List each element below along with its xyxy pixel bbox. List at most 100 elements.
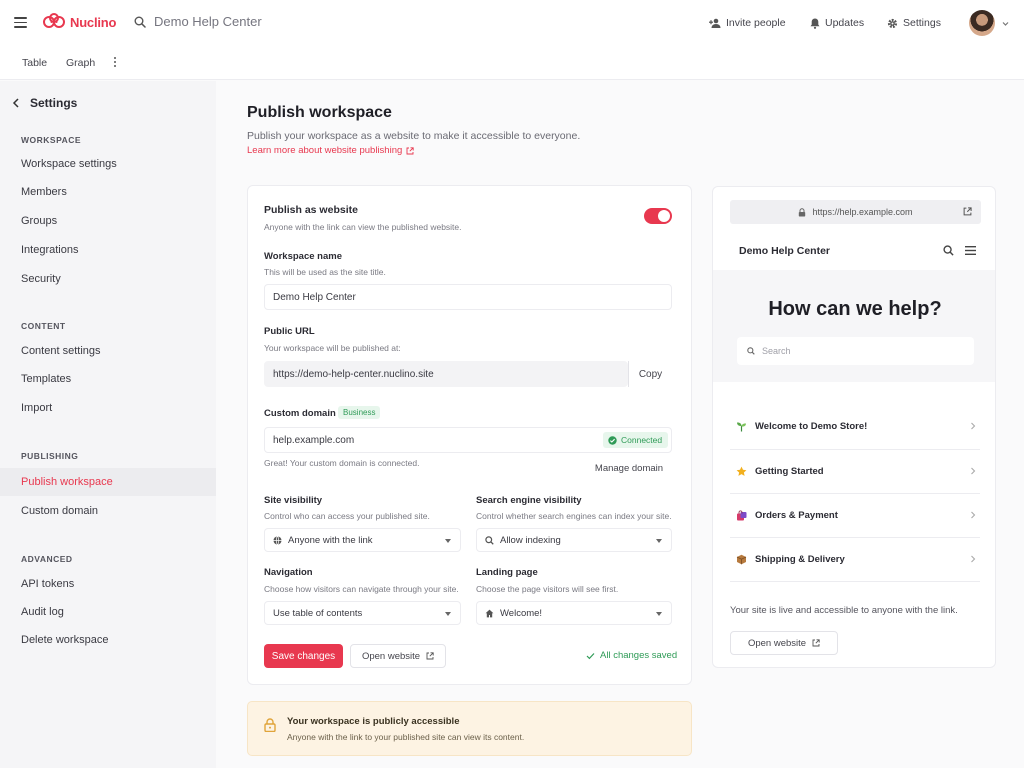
caret-down-icon <box>656 539 662 543</box>
site-preview: https://help.example.com Demo Help Cente… <box>712 186 996 668</box>
public-url-field[interactable]: https://demo-help-center.nuclino.site <box>264 361 628 387</box>
public-url-label: Public URL <box>264 326 315 337</box>
business-plan-badge: Business <box>338 406 381 419</box>
updates-button[interactable]: Updates <box>810 17 866 29</box>
chevron-down-icon[interactable] <box>1002 20 1009 27</box>
view-switcher: Table Graph <box>0 46 1024 80</box>
external-link-icon <box>812 639 820 647</box>
preview-url-bar[interactable]: https://help.example.com <box>730 200 981 224</box>
sidebar-item-members[interactable]: Members <box>0 178 216 206</box>
workspace-search[interactable]: Demo Help Center <box>134 14 262 29</box>
sidebar-item-workspace-settings[interactable]: Workspace settings <box>0 150 216 178</box>
sidebar-item-templates[interactable]: Templates <box>0 365 216 393</box>
sidebar-item-custom-domain[interactable]: Custom domain <box>0 497 216 525</box>
sidebar-item-import[interactable]: Import <box>0 394 216 422</box>
caret-down-icon <box>445 539 451 543</box>
globe-icon <box>273 535 282 545</box>
sidebar-item-security[interactable]: Security <box>0 265 216 293</box>
preview-search-input[interactable]: Search <box>737 337 974 365</box>
caret-down-icon <box>656 612 662 616</box>
landing-page-hint: Choose the page visitors will see first. <box>476 584 619 594</box>
sidebar-item-api-tokens[interactable]: API tokens <box>0 570 216 598</box>
chevron-right-icon <box>971 555 976 563</box>
publish-hint: Anyone with the link can view the publis… <box>264 222 462 232</box>
menu-icon[interactable] <box>14 17 27 28</box>
search-icon <box>134 16 146 28</box>
sidebar-item-groups[interactable]: Groups <box>0 207 216 235</box>
sidebar-section-content: CONTENT <box>21 321 66 331</box>
preview-open-website-button[interactable]: Open website <box>730 631 838 655</box>
check-icon <box>586 652 595 659</box>
chevron-right-icon <box>971 511 976 519</box>
workspace-title: Demo Help Center <box>154 14 262 29</box>
sidebar-item-integrations[interactable]: Integrations <box>0 236 216 264</box>
preview-hero <box>713 270 995 382</box>
preview-item-getting-started[interactable]: Getting Started <box>730 449 980 493</box>
page-description: Publish your workspace as a website to m… <box>247 130 581 142</box>
search-visibility-label: Search engine visibility <box>476 495 582 506</box>
saved-status: All changes saved <box>586 650 677 661</box>
navigation-select[interactable]: Use table of contents <box>264 601 461 625</box>
open-website-button[interactable]: Open website <box>350 644 446 668</box>
back-to-settings[interactable]: Settings <box>12 96 77 110</box>
tab-graph[interactable]: Graph <box>66 57 95 69</box>
workspace-name-input[interactable]: Demo Help Center <box>264 284 672 310</box>
workspace-name-label: Workspace name <box>264 251 342 262</box>
sidebar-item-publish-workspace[interactable]: Publish workspace <box>0 468 216 496</box>
search-icon[interactable] <box>943 245 954 256</box>
sidebar-item-delete-workspace[interactable]: Delete workspace <box>0 626 216 654</box>
external-link-icon <box>406 146 414 154</box>
sidebar-section-advanced: ADVANCED <box>21 554 73 564</box>
external-link-icon[interactable] <box>963 207 972 216</box>
package-icon <box>736 554 747 564</box>
site-visibility-label: Site visibility <box>264 495 323 506</box>
lock-icon <box>264 718 276 732</box>
settings-sidebar: Settings WORKSPACE Workspace settings Me… <box>0 81 216 768</box>
navigation-label: Navigation <box>264 567 313 578</box>
site-visibility-select[interactable]: Anyone with the link <box>264 528 461 552</box>
settings-button[interactable]: Settings <box>887 17 943 29</box>
tab-table[interactable]: Table <box>22 57 47 69</box>
home-icon <box>485 609 494 617</box>
navigation-hint: Choose how visitors can navigate through… <box>264 584 459 594</box>
preview-url: https://help.example.com <box>812 207 913 217</box>
search-icon <box>485 535 494 545</box>
landing-page-select[interactable]: Welcome! <box>476 601 672 625</box>
preview-item-shipping-delivery[interactable]: Shipping & Delivery <box>730 537 980 581</box>
gear-icon <box>887 18 898 28</box>
logo-icon <box>43 13 65 28</box>
bell-icon <box>810 18 820 29</box>
invite-people-button[interactable]: Invite people <box>709 17 789 29</box>
copy-url-button[interactable]: Copy <box>628 361 672 387</box>
sidebar-section-workspace: WORKSPACE <box>21 135 82 145</box>
caret-down-icon <box>445 612 451 616</box>
workspace-name-hint: This will be used as the site title. <box>264 267 386 277</box>
preview-heading: How can we help? <box>768 298 942 320</box>
menu-icon[interactable] <box>965 246 976 255</box>
add-user-icon <box>709 18 721 28</box>
top-bar: Nuclino Demo Help Center Invite people U… <box>0 0 1024 46</box>
search-icon <box>747 347 755 355</box>
custom-domain-message: Great! Your custom domain is connected. <box>264 458 420 468</box>
save-changes-button[interactable]: Save changes <box>264 644 343 668</box>
connected-status-badge: Connected <box>603 432 669 448</box>
shopping-bag-icon <box>737 510 747 520</box>
learn-more-link[interactable]: Learn more about website publishing <box>247 145 414 156</box>
publish-label: Publish as website <box>264 204 358 216</box>
manage-domain-button[interactable]: Manage domain <box>586 457 672 479</box>
preview-item-orders-payment[interactable]: Orders & Payment <box>730 493 980 537</box>
more-options-icon[interactable] <box>114 57 118 69</box>
sidebar-item-audit-log[interactable]: Audit log <box>0 598 216 626</box>
page-title: Publish workspace <box>247 104 392 121</box>
site-visibility-hint: Control who can access your published si… <box>264 511 430 521</box>
sidebar-item-content-settings[interactable]: Content settings <box>0 337 216 365</box>
search-visibility-select[interactable]: Allow indexing <box>476 528 672 552</box>
lock-icon <box>799 207 806 216</box>
app-logo[interactable]: Nuclino <box>43 13 116 31</box>
publish-toggle[interactable] <box>644 208 672 224</box>
landing-page-label: Landing page <box>476 567 538 578</box>
preview-item-welcome[interactable]: Welcome to Demo Store! <box>730 404 980 448</box>
preview-live-text: Your site is live and accessible to anyo… <box>730 605 958 616</box>
user-avatar[interactable] <box>969 10 995 36</box>
chevron-left-icon <box>12 98 19 108</box>
